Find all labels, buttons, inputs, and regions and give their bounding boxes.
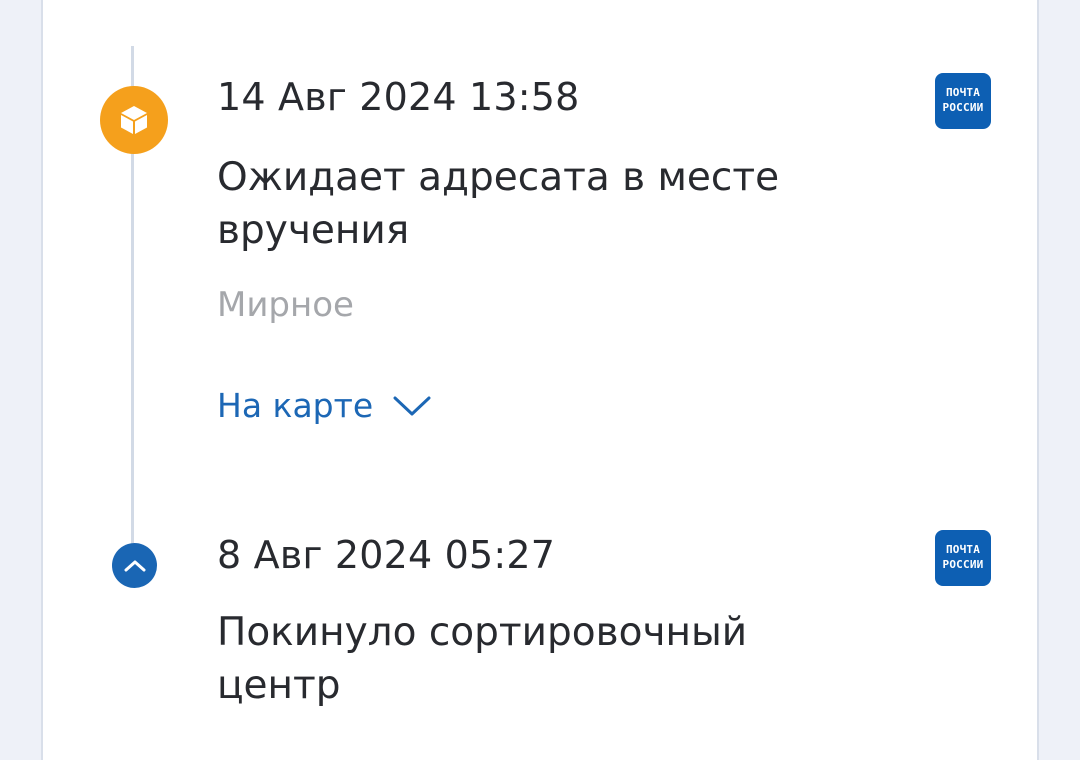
event-location: Мирное: [217, 285, 354, 325]
box-icon: [121, 106, 147, 134]
event-status: Покинуло сортировочный центр: [217, 610, 748, 708]
event-status: Ожидает адресата в месте вручения: [217, 155, 780, 253]
package-status-icon: [100, 86, 168, 154]
russian-post-logo: ПОЧТА РОССИИ: [935, 73, 991, 129]
show-on-map-button[interactable]: На карте: [217, 384, 431, 428]
russian-post-logo: ПОЧТА РОССИИ: [935, 530, 991, 586]
event-date: 14 Авг 2024 13:58: [217, 75, 580, 119]
show-on-map-label: На карте: [217, 386, 374, 425]
logo-line-1: ПОЧТА: [945, 543, 981, 556]
expand-event-button[interactable]: [112, 543, 157, 588]
logo-line-1: ПОЧТА: [945, 86, 981, 99]
event-date: 8 Авг 2024 05:27: [217, 533, 556, 577]
logo-line-2: РОССИИ: [942, 101, 984, 114]
chevron-down-icon: [393, 396, 431, 416]
chevron-up-icon: [124, 560, 145, 571]
logo-line-2: РОССИИ: [942, 558, 984, 571]
